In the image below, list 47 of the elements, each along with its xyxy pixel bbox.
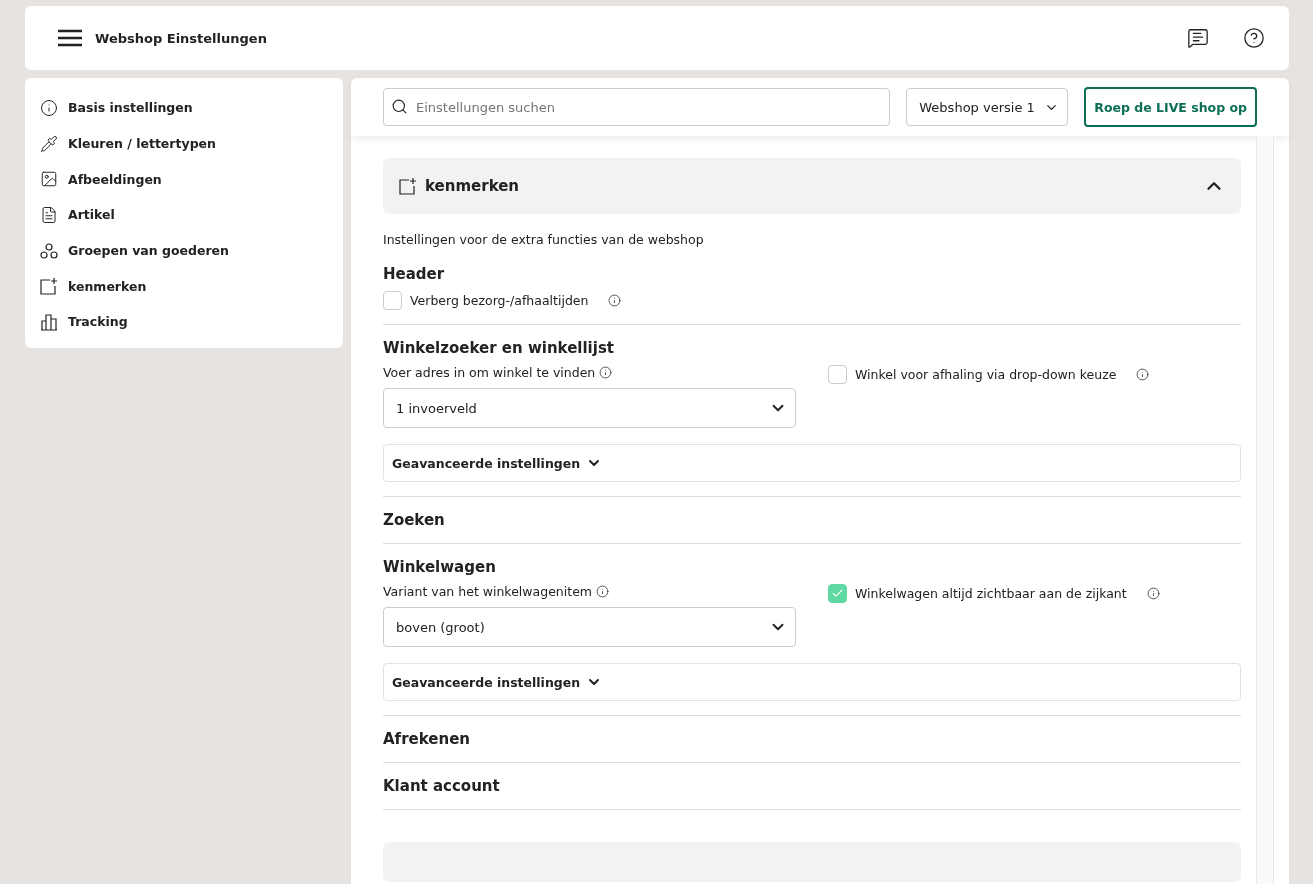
checkbox[interactable] [383,291,402,310]
search-icon [391,98,408,115]
sidebar-item[interactable]: Basis instellingen [40,90,328,126]
sidebar-item[interactable]: kenmerken [40,268,328,305]
page-title: Webshop Einstellungen [95,30,268,46]
pipette-icon [40,134,58,153]
check-icon [831,587,844,600]
info-icon[interactable] [1146,587,1160,600]
subsection-title: Klant account [383,777,501,795]
checkbox-label: Winkel voor afhaling via drop-down keuze [855,367,1117,382]
checkbox[interactable] [828,365,847,384]
checkbox[interactable] [828,584,847,603]
section-description: Instellingen voor de extra functies van de webshop [383,232,705,247]
checkbox-label: Winkelwagen altijd zichtbaar aan de zijkant [855,586,1127,601]
document-icon [40,205,58,224]
image-icon [40,170,58,189]
live-shop-button[interactable]: Roep de LIVE shop op [1084,87,1257,127]
subsection-title: Afrekenen [383,730,471,748]
info-icon[interactable] [608,294,622,307]
search-field[interactable]: Einstellungen suchen [383,88,891,126]
info-icon [40,98,58,117]
info-icon[interactable] [596,585,609,598]
field-label: Variant van het winkelwagenitem [383,584,796,599]
sidebar-item[interactable]: Artikel [40,197,328,233]
dropdown[interactable]: 1 invoerveld [383,388,796,428]
menu-icon[interactable] [57,28,83,48]
sidebar-item[interactable]: Kleuren / lettertypen [40,125,328,162]
sidebar-item[interactable]: Tracking [40,304,328,340]
circles-icon [40,241,58,260]
bar-chart-icon [40,312,58,331]
sidebar-item[interactable]: Groepen van goederen [40,232,328,269]
subsection-title: Header [383,265,446,283]
dropdown[interactable]: boven (groot) [383,607,796,647]
advanced-settings-toggle[interactable]: Geavanceerde instellingen [383,444,1241,482]
subsection-title: Winkelzoeker en winkellijst [383,339,615,357]
sidebar-item[interactable]: Afbeeldingen [40,161,328,198]
field-label: Voer adres in om winkel te vinden [383,365,796,380]
subsection-title: Zoeken [383,511,446,529]
advanced-settings-toggle[interactable]: Geavanceerde instellingen [383,663,1241,701]
checkbox-label: Verberg bezorg-/afhaaltijden [410,293,589,308]
version-dropdown[interactable]: Webshop versie 1 [906,88,1069,126]
feedback-icon[interactable] [1187,27,1209,49]
info-icon[interactable] [599,366,613,379]
info-icon[interactable] [1136,368,1150,381]
help-icon[interactable] [1243,27,1265,49]
subsection-title: Winkelwagen [383,558,497,576]
section-header[interactable]: kenmerken [383,158,1241,214]
